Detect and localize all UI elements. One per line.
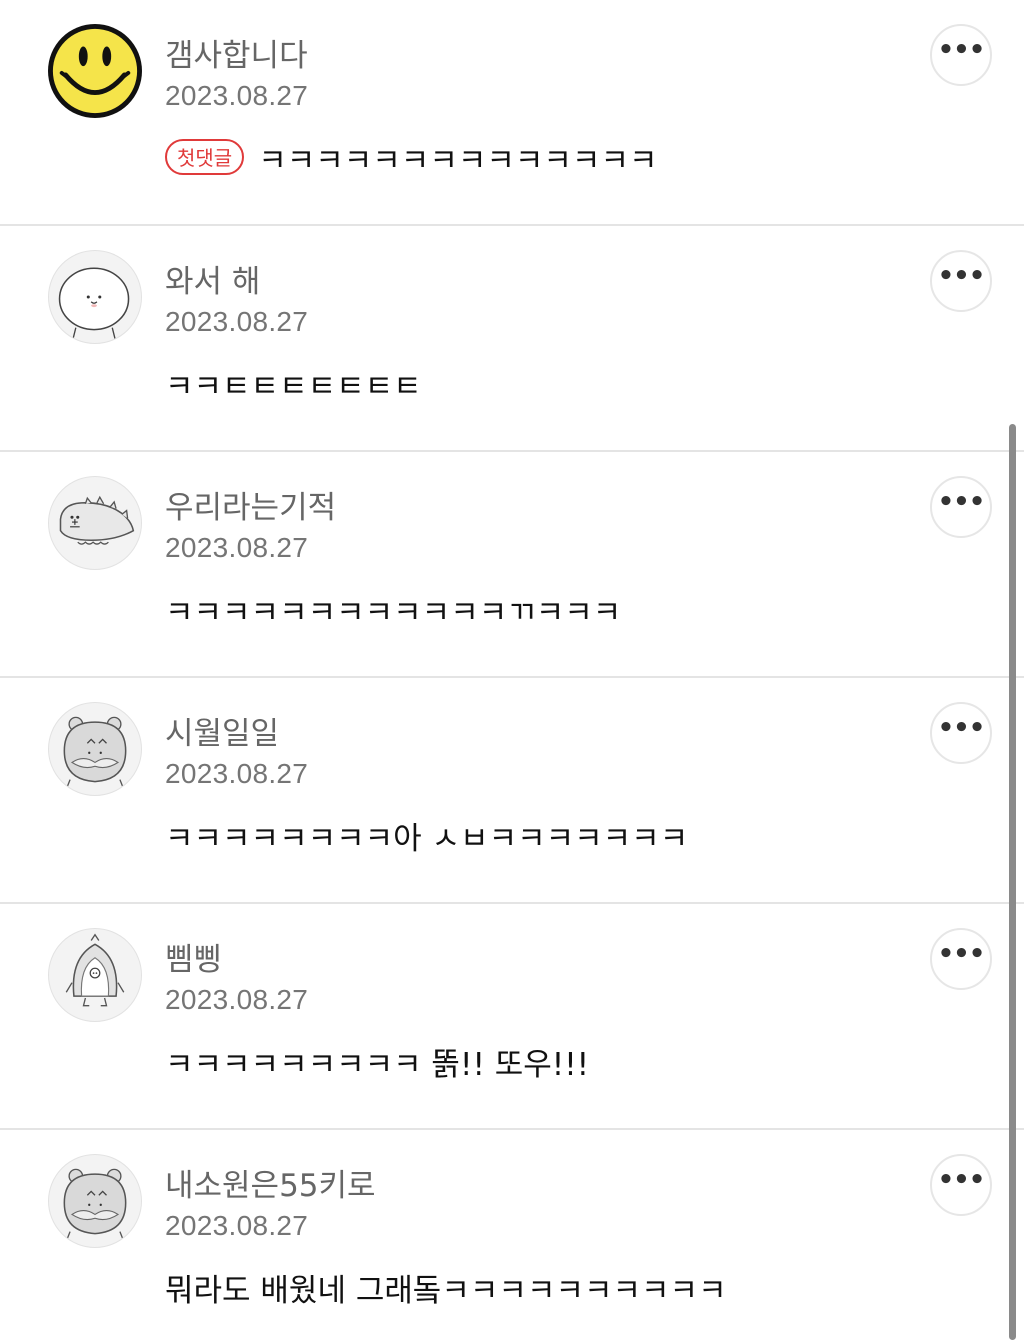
more-options-button[interactable]: ••• [930,250,992,312]
more-options-button[interactable]: ••• [930,476,992,538]
comment-text: ㅋㅋㅋㅋㅋㅋㅋㅋㅋㅋㅋㅋㄲㅋㅋㅋ [165,594,622,631]
comment-body: ㅋㅋㅋㅋㅋㅋㅋㅋ아 ㅅㅂㅋㅋㅋㅋㅋㅋㅋ [165,812,688,858]
comment-author[interactable]: 와서 해 [165,262,260,302]
comment-author[interactable]: 내소원은55키로 [165,1166,376,1206]
comment-date: 2023.08.27 [165,532,309,563]
more-options-button[interactable]: ••• [930,24,992,86]
vertical-scrollbar[interactable] [1009,424,1016,1340]
more-dots-icon: ••• [937,713,986,743]
comment-body: ㅋㅋㅋㅋㅋㅋㅋㅋㅋ 똙!! 또우!!! [165,1038,589,1084]
comment-item: 우리라는기적 2023.08.27 ㅋㅋㅋㅋㅋㅋㅋㅋㅋㅋㅋㅋㄲㅋㅋㅋ ••• [0,452,1024,678]
comment-item: 삠삥 2023.08.27 ㅋㅋㅋㅋㅋㅋㅋㅋㅋ 똙!! 또우!!! ••• [0,904,1024,1130]
comment-body: 첫댓글 ㅋㅋㅋㅋㅋㅋㅋㅋㅋㅋㅋㅋㅋㅋ [165,134,657,180]
more-options-button[interactable]: ••• [930,928,992,990]
comment-date: 2023.08.27 [165,1210,309,1241]
hamster-character-icon[interactable] [48,702,142,796]
comment-item: 와서 해 2023.08.27 ㅋㅋㅌㅌㅌㅌㅌㅌㅌ ••• [0,226,1024,452]
comment-text: ㅋㅋㅌㅌㅌㅌㅌㅌㅌ [165,368,422,405]
comment-author[interactable]: 갬사합니다 [165,36,308,76]
more-options-button[interactable]: ••• [930,1154,992,1216]
more-dots-icon: ••• [937,1165,986,1195]
comment-author[interactable]: 시월일일 [165,714,279,754]
comment-text: ㅋㅋㅋㅋㅋㅋㅋㅋㅋㅋㅋㅋㅋㅋ [258,142,658,179]
comment-list: 갬사합니다 2023.08.27 첫댓글 ㅋㅋㅋㅋㅋㅋㅋㅋㅋㅋㅋㅋㅋㅋ ••• … [0,0,1024,1340]
hamster-character-icon[interactable] [48,1154,142,1248]
comment-body: ㅋㅋㅌㅌㅌㅌㅌㅌㅌ [165,360,422,406]
more-dots-icon: ••• [937,35,986,65]
comment-body: 뭐라도 배웠네 그래돜ㅋㅋㅋㅋㅋㅋㅋㅋㅋㅋ [165,1264,727,1310]
comment-date: 2023.08.27 [165,758,309,789]
comment-author[interactable]: 삠삥 [165,940,222,980]
comment-date: 2023.08.27 [165,306,309,337]
more-dots-icon: ••• [937,487,986,517]
comment-item: 갬사합니다 2023.08.27 첫댓글 ㅋㅋㅋㅋㅋㅋㅋㅋㅋㅋㅋㅋㅋㅋ ••• [0,0,1024,226]
comment-text: 뭐라도 배웠네 그래돜ㅋㅋㅋㅋㅋㅋㅋㅋㅋㅋ [165,1272,727,1309]
more-dots-icon: ••• [937,261,986,291]
comment-text: ㅋㅋㅋㅋㅋㅋㅋㅋㅋ 똙!! 또우!!! [165,1046,590,1083]
comment-date: 2023.08.27 [165,80,309,111]
comment-body: ㅋㅋㅋㅋㅋㅋㅋㅋㅋㅋㅋㅋㄲㅋㅋㅋ [165,586,621,632]
comment-text: ㅋㅋㅋㅋㅋㅋㅋㅋ아 ㅅㅂㅋㅋㅋㅋㅋㅋㅋ [165,820,689,857]
smiley-face-icon[interactable] [48,24,142,118]
more-dots-icon: ••• [937,939,986,969]
first-comment-badge: 첫댓글 [165,139,245,175]
comment-author[interactable]: 우리라는기적 [165,488,336,528]
comment-item: 내소원은55키로 2023.08.27 뭐라도 배웠네 그래돜ㅋㅋㅋㅋㅋㅋㅋㅋㅋ… [0,1130,1024,1340]
more-options-button[interactable]: ••• [930,702,992,764]
dinosaur-character-icon[interactable] [48,476,142,570]
comment-date: 2023.08.27 [165,984,309,1015]
rice-cake-character-icon[interactable] [48,250,142,344]
penguin-character-icon[interactable] [48,928,142,1022]
comment-item: 시월일일 2023.08.27 ㅋㅋㅋㅋㅋㅋㅋㅋ아 ㅅㅂㅋㅋㅋㅋㅋㅋㅋ ••• [0,678,1024,904]
